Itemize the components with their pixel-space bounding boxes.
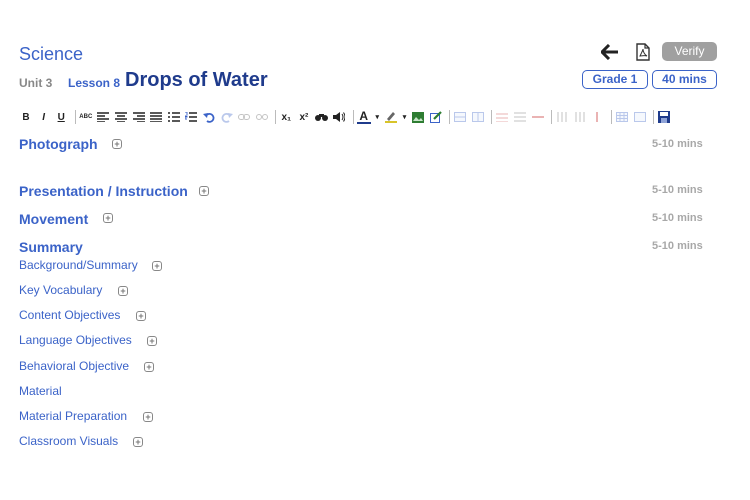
col-insert-left-icon[interactable] bbox=[555, 110, 569, 124]
save-icon[interactable] bbox=[657, 110, 671, 124]
subject-title: Science bbox=[19, 44, 84, 64]
duration-badge: 40 mins bbox=[652, 70, 717, 89]
subscript-button[interactable]: x₁ bbox=[279, 110, 293, 124]
toolbar-divider bbox=[653, 110, 655, 124]
subsection-behavioral-objective[interactable]: Behavioral Objective bbox=[19, 359, 129, 373]
unit-label: Unit 3 bbox=[19, 76, 53, 90]
undo-icon[interactable] bbox=[202, 110, 216, 124]
row-insert-below-icon[interactable] bbox=[513, 110, 527, 124]
col-insert-right-icon[interactable] bbox=[573, 110, 587, 124]
edit-note-icon[interactable] bbox=[429, 110, 443, 124]
col-delete-icon[interactable] bbox=[590, 110, 604, 124]
section-title-movement[interactable]: Movement bbox=[19, 211, 88, 227]
section-time: 5-10 mins bbox=[652, 212, 703, 224]
toolbar-divider bbox=[491, 110, 493, 124]
toolbar-divider bbox=[449, 110, 451, 124]
underline-button[interactable]: U bbox=[54, 110, 68, 124]
row-insert-above-icon[interactable] bbox=[495, 110, 509, 124]
align-left-icon[interactable] bbox=[96, 110, 110, 124]
lesson-label: Lesson 8 bbox=[68, 76, 121, 90]
section-title-presentation[interactable]: Presentation / Instruction bbox=[19, 183, 188, 199]
table-insert-icon[interactable] bbox=[615, 110, 629, 124]
toolbar-divider bbox=[551, 110, 553, 124]
section-time: 5-10 mins bbox=[652, 240, 703, 252]
add-icon[interactable] bbox=[199, 186, 209, 196]
table-properties-icon[interactable] bbox=[633, 110, 647, 124]
add-icon[interactable] bbox=[118, 286, 128, 296]
find-binoculars-icon[interactable] bbox=[315, 110, 329, 124]
verify-button[interactable]: Verify bbox=[662, 42, 717, 61]
row-delete-icon[interactable] bbox=[531, 110, 545, 124]
add-icon[interactable] bbox=[144, 362, 154, 372]
grade-badge: Grade 1 bbox=[582, 70, 648, 89]
add-icon[interactable] bbox=[112, 139, 122, 149]
toolbar-divider bbox=[352, 110, 354, 124]
unlink-icon[interactable] bbox=[255, 110, 269, 124]
add-icon[interactable] bbox=[152, 261, 162, 271]
add-icon[interactable] bbox=[143, 412, 153, 422]
section-title-summary[interactable]: Summary bbox=[19, 239, 83, 255]
bold-button[interactable]: B bbox=[19, 110, 33, 124]
font-color-button[interactable]: A bbox=[356, 109, 371, 124]
add-icon[interactable] bbox=[103, 213, 113, 223]
toolbar-divider bbox=[74, 110, 76, 124]
add-icon[interactable] bbox=[147, 336, 157, 346]
link-icon[interactable] bbox=[237, 110, 251, 124]
align-right-icon[interactable] bbox=[132, 110, 146, 124]
align-justify-icon[interactable] bbox=[149, 110, 163, 124]
add-icon[interactable] bbox=[133, 437, 143, 447]
bullet-list-icon[interactable] bbox=[167, 110, 181, 124]
subsection-classroom-visuals[interactable]: Classroom Visuals bbox=[19, 434, 118, 448]
italic-button[interactable]: I bbox=[37, 110, 51, 124]
section-time: 5-10 mins bbox=[652, 138, 703, 150]
table-split-icon[interactable] bbox=[471, 110, 485, 124]
editor-toolbar: B I U ABC x₁ x² A ▾ ▾ bbox=[19, 108, 684, 126]
pdf-icon[interactable] bbox=[635, 43, 651, 61]
numbered-list-icon[interactable] bbox=[184, 110, 198, 124]
table-merge-icon[interactable] bbox=[453, 110, 467, 124]
toolbar-divider bbox=[275, 110, 277, 124]
subsection-background-summary[interactable]: Background/Summary bbox=[19, 258, 138, 272]
add-icon[interactable] bbox=[136, 311, 146, 321]
dropdown-arrow-icon[interactable]: ▾ bbox=[401, 110, 407, 124]
insert-image-icon[interactable] bbox=[411, 110, 425, 124]
dropdown-arrow-icon[interactable]: ▾ bbox=[374, 110, 380, 124]
highlight-color-icon[interactable] bbox=[384, 110, 398, 124]
subsection-language-objectives[interactable]: Language Objectives bbox=[19, 333, 132, 347]
subsection-key-vocabulary[interactable]: Key Vocabulary bbox=[19, 283, 102, 297]
subsection-material-preparation[interactable]: Material Preparation bbox=[19, 409, 127, 423]
section-time: 5-10 mins bbox=[652, 184, 703, 196]
align-center-icon[interactable] bbox=[114, 110, 128, 124]
lesson-title: Drops of Water bbox=[125, 69, 268, 91]
subsection-material[interactable]: Material bbox=[19, 384, 62, 398]
redo-icon[interactable] bbox=[220, 110, 234, 124]
speaker-icon[interactable] bbox=[332, 110, 346, 124]
superscript-button[interactable]: x² bbox=[297, 110, 311, 124]
section-title-photograph[interactable]: Photograph bbox=[19, 136, 98, 152]
back-arrow-icon[interactable] bbox=[599, 43, 619, 61]
subsection-content-objectives[interactable]: Content Objectives bbox=[19, 308, 120, 322]
spellcheck-button[interactable]: ABC bbox=[79, 110, 93, 124]
toolbar-divider bbox=[611, 110, 612, 124]
